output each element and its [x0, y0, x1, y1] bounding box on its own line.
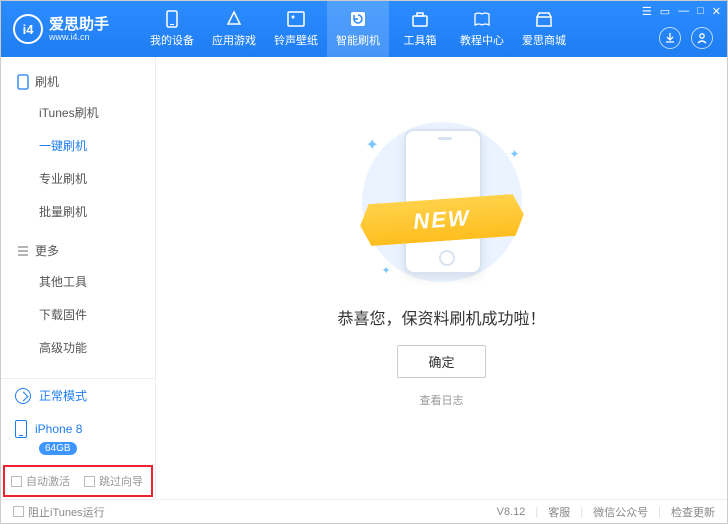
sparkle-icon: ✦ — [509, 147, 519, 161]
nav-label: 工具箱 — [404, 32, 437, 48]
book-icon — [473, 10, 491, 28]
main-content: ✦ ✦ ✦ NEW 恭喜您，保资料刷机成功啦！ 确定 查看日志 — [156, 57, 727, 499]
menu-icon — [17, 245, 29, 257]
app-header: i4 爱思助手 www.i4.cn 我的设备 应用游戏 铃声壁纸 智能刷机 工具… — [1, 1, 727, 57]
checkbox-label: 跳过向导 — [99, 473, 143, 489]
app-logo: i4 爱思助手 www.i4.cn — [1, 14, 141, 44]
nav-ringtones[interactable]: 铃声壁纸 — [265, 1, 327, 57]
storage-badge: 64GB — [39, 442, 77, 455]
nav-my-device[interactable]: 我的设备 — [141, 1, 203, 57]
success-illustration: ✦ ✦ ✦ NEW — [342, 117, 542, 287]
sidebar-group-flash: 刷机 — [1, 67, 155, 96]
checkbox-block-itunes[interactable]: 阻止iTunes运行 — [13, 504, 105, 520]
top-nav: 我的设备 应用游戏 铃声壁纸 智能刷机 工具箱 教程中心 爱思商城 — [141, 1, 575, 57]
sidebar-item-itunes-flash[interactable]: iTunes刷机 — [1, 96, 155, 129]
nav-label: 我的设备 — [150, 32, 194, 48]
phone-outline-icon — [17, 74, 29, 90]
maximize-icon[interactable]: □ — [697, 5, 704, 18]
apps-icon — [225, 10, 243, 28]
nav-smart-flash[interactable]: 智能刷机 — [327, 1, 389, 57]
success-message: 恭喜您，保资料刷机成功啦！ — [337, 305, 545, 329]
checkbox-icon — [13, 506, 24, 517]
refresh-icon — [349, 10, 367, 28]
checkbox-label: 自动激活 — [26, 473, 70, 489]
checkbox-skip-guide[interactable]: 跳过向导 — [84, 473, 143, 489]
nav-toolbox[interactable]: 工具箱 — [389, 1, 451, 57]
checkbox-icon — [84, 476, 95, 487]
user-icon[interactable] — [691, 27, 713, 49]
sparkle-icon: ✦ — [366, 135, 379, 155]
sidebar-group-label: 更多 — [35, 242, 59, 259]
device-mode[interactable]: 正常模式 — [1, 379, 155, 412]
settings-icon[interactable]: ☰ — [642, 5, 652, 18]
version-label: V8.12 — [497, 506, 526, 518]
device-icon — [15, 420, 27, 438]
sidebar: 刷机 iTunes刷机 一键刷机 专业刷机 批量刷机 更多 其他工具 下载固件 … — [1, 57, 156, 499]
header-actions — [659, 27, 713, 49]
support-link[interactable]: 客服 — [548, 504, 570, 520]
sidebar-group-more: 更多 — [1, 236, 155, 265]
nav-tutorials[interactable]: 教程中心 — [451, 1, 513, 57]
sidebar-item-oneclick-flash[interactable]: 一键刷机 — [1, 129, 155, 162]
nav-store[interactable]: 爱思商城 — [513, 1, 575, 57]
sidebar-item-advanced[interactable]: 高级功能 — [1, 331, 155, 364]
view-log-link[interactable]: 查看日志 — [420, 392, 464, 408]
sparkle-icon: ✦ — [382, 264, 391, 277]
nav-label: 铃声壁纸 — [274, 32, 318, 48]
sidebar-item-pro-flash[interactable]: 专业刷机 — [1, 162, 155, 195]
checkbox-label: 阻止iTunes运行 — [28, 504, 105, 520]
logo-mark-icon: i4 — [13, 14, 43, 44]
sidebar-group-label: 刷机 — [35, 73, 59, 90]
minimize-icon[interactable]: — — [678, 5, 689, 18]
app-title: 爱思助手 — [49, 17, 109, 32]
mode-icon — [15, 388, 31, 404]
nav-label: 智能刷机 — [336, 32, 380, 48]
app-subtitle: www.i4.cn — [49, 32, 109, 42]
device-name: iPhone 8 — [35, 422, 82, 436]
device-info[interactable]: iPhone 8 — [1, 412, 155, 440]
close-icon[interactable]: ✕ — [712, 5, 721, 18]
checkbox-icon — [11, 476, 22, 487]
flash-options: 自动激活 跳过向导 — [1, 463, 155, 499]
store-icon — [535, 10, 553, 28]
phone-icon — [163, 10, 181, 28]
nav-label: 爱思商城 — [522, 32, 566, 48]
window-controls: ☰ ▭ — □ ✕ — [642, 5, 721, 18]
image-icon — [287, 10, 305, 28]
device-mode-label: 正常模式 — [39, 387, 87, 404]
checkbox-auto-activate[interactable]: 自动激活 — [11, 473, 70, 489]
check-update-link[interactable]: 检查更新 — [671, 504, 715, 520]
sidebar-bottom: 正常模式 iPhone 8 64GB 自动激活 跳过向导 — [1, 378, 155, 499]
skin-icon[interactable]: ▭ — [660, 5, 670, 18]
toolbox-icon — [411, 10, 429, 28]
download-icon[interactable] — [659, 27, 681, 49]
sidebar-item-other-tools[interactable]: 其他工具 — [1, 265, 155, 298]
confirm-button[interactable]: 确定 — [397, 345, 485, 378]
status-bar: 阻止iTunes运行 V8.12 | 客服 | 微信公众号 | 检查更新 — [1, 499, 727, 523]
sidebar-item-batch-flash[interactable]: 批量刷机 — [1, 195, 155, 228]
sidebar-item-download-firmware[interactable]: 下载固件 — [1, 298, 155, 331]
nav-label: 教程中心 — [460, 32, 504, 48]
nav-label: 应用游戏 — [212, 32, 256, 48]
wechat-link[interactable]: 微信公众号 — [593, 504, 648, 520]
nav-apps[interactable]: 应用游戏 — [203, 1, 265, 57]
